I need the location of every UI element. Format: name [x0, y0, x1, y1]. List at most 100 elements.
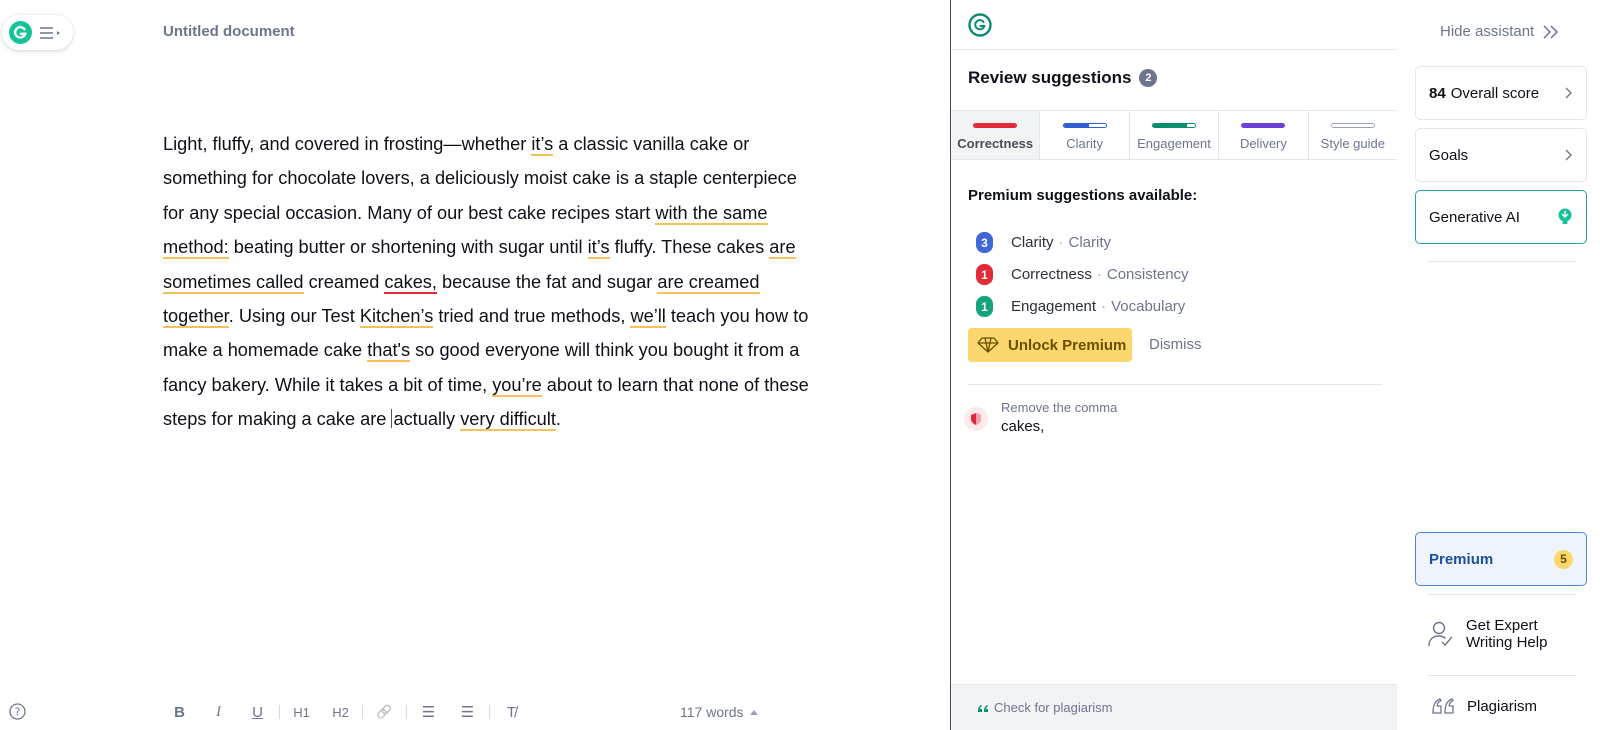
review-panel: Review suggestions 2 Correctness Clarity E… [950, 0, 1397, 730]
grammarly-logo-icon [968, 13, 992, 42]
italic-button[interactable]: I [199, 700, 238, 724]
text-segment: creamed [303, 271, 385, 292]
divider [951, 49, 1397, 50]
lightbulb-icon [1558, 208, 1572, 224]
text-segment: fluffy. These cakes [609, 237, 770, 258]
goals-button[interactable]: Goals [1415, 128, 1587, 182]
grammarly-logo-icon [9, 21, 32, 44]
text-segment: beating butter or shortening with sugar … [228, 237, 588, 258]
bold-button[interactable]: B [160, 700, 199, 724]
premium-item[interactable]: 1 Correctness · Consistency [976, 264, 1189, 285]
divider [1428, 594, 1576, 595]
tab-progress-bar [1330, 123, 1375, 128]
expert-help-label: Get Expert Writing Help [1466, 617, 1548, 651]
check-plagiarism-button[interactable]: Check for plagiarism [951, 684, 1397, 730]
quote-icon [978, 704, 988, 712]
heading1-button[interactable]: H1 [282, 700, 321, 724]
text-segment: tried and true methods, [433, 306, 631, 327]
tab-label: Delivery [1239, 136, 1287, 151]
menu-icon[interactable] [39, 26, 63, 40]
premium-subcategory: Consistency [1106, 266, 1189, 283]
premium-count-badge: 1 [976, 296, 993, 317]
suggestion-underline[interactable]: very difficult [460, 409, 556, 432]
link-button[interactable]: 🔗 [365, 700, 404, 724]
premium-category: Correctness [1011, 266, 1092, 283]
quote-icon [1432, 698, 1454, 714]
heading2-button[interactable]: H2 [321, 700, 360, 724]
suggestion-underline[interactable]: we’ll [630, 306, 666, 329]
hide-assistant-button[interactable]: Hide assistant [1440, 23, 1560, 40]
document-body[interactable]: Light, fluffy, and covered in frosting—w… [163, 127, 813, 437]
premium-count-badge: 1 [976, 264, 993, 285]
plagiarism-label: Plagiarism [1467, 697, 1538, 715]
link-icon: 🔗 [376, 704, 393, 719]
premium-subcategory: Vocabulary [1111, 298, 1186, 315]
plagiarism-button[interactable]: Plagiarism [1431, 697, 1537, 715]
assistant-sidebar: Hide assistant 84 Overall score Goals Gen… [1397, 0, 1600, 730]
overall-score-label: Overall score [1450, 84, 1540, 102]
hide-assistant-label: Hide assistant [1440, 23, 1535, 40]
underline-button[interactable]: U [238, 700, 277, 724]
chevron-right-icon [1565, 87, 1572, 99]
suggestion-underline[interactable]: it’s [531, 134, 554, 156]
logo-menu-pill[interactable] [2, 15, 73, 50]
tab-delivery[interactable]: Delivery [1219, 111, 1309, 159]
tab-style-guide[interactable]: Style guide [1309, 111, 1397, 159]
tab-label: Correctness [957, 136, 1034, 151]
tab-progress-bar [1241, 123, 1286, 128]
suggestion-underline[interactable]: that's [367, 340, 411, 363]
toolbar-separator [279, 705, 280, 719]
chevron-right-icon [1565, 149, 1572, 161]
tab-correctness[interactable]: Correctness [951, 111, 1041, 159]
underline-icon: U [252, 703, 263, 721]
suggestion-underline[interactable]: it’s [587, 237, 610, 260]
clear-format-button[interactable]: T̸ [492, 700, 531, 724]
premium-item[interactable]: 3 Clarity · Clarity [976, 232, 1111, 253]
tab-label: Clarity [1066, 136, 1104, 151]
expert-help-button[interactable]: Get Expert Writing Help [1428, 617, 1576, 651]
goals-label: Goals [1429, 146, 1469, 164]
double-chevron-right-icon [1543, 24, 1559, 39]
divider [1428, 261, 1576, 262]
divider [1428, 675, 1576, 676]
word-count-label: 117 words [680, 704, 744, 720]
bulleted-list-button[interactable]: ☰ [448, 700, 487, 724]
suggestion-word: cakes, [1001, 418, 1045, 435]
premium-button[interactable]: Premium 5 [1415, 532, 1587, 586]
unlock-premium-button[interactable]: Unlock Premium [968, 328, 1132, 362]
expert-person-icon [1428, 621, 1453, 647]
suggestion-underline[interactable]: Kitchen’s [359, 306, 434, 329]
unlock-premium-label: Unlock Premium [1008, 336, 1127, 354]
word-count-button[interactable]: 117 words [680, 704, 758, 720]
editor-pane: Untitled document Light, fluffy, and cov… [0, 0, 950, 730]
generative-ai-button[interactable]: Generative AI [1415, 190, 1587, 244]
suggestion-title: Remove the comma [1001, 400, 1118, 415]
caret-up-icon [749, 710, 758, 715]
tab-clarity[interactable]: Clarity [1040, 111, 1130, 159]
premium-count-badge: 5 [1554, 549, 1573, 569]
numbered-list-icon: ☰ [421, 704, 436, 721]
tab-engagement[interactable]: Engagement [1130, 111, 1220, 159]
clear-format-icon: T̸ [506, 703, 517, 721]
numbered-list-button[interactable]: ☰ [409, 700, 448, 724]
diamond-icon [977, 337, 999, 353]
bulleted-list-icon: ☰ [460, 704, 475, 721]
overall-score-value: 84 [1429, 84, 1446, 102]
overall-score-button[interactable]: 84 Overall score [1415, 66, 1587, 120]
premium-item[interactable]: 1 Engagement · Vocabulary [976, 296, 1185, 317]
svg-text:?: ? [15, 706, 21, 719]
suggestion-card[interactable]: Remove the comma cakes, [964, 400, 1117, 435]
tab-progress-bar [1062, 123, 1107, 128]
dismiss-button[interactable]: Dismiss [1149, 336, 1202, 353]
separator-dot: · [1096, 266, 1102, 283]
premium-count-badge: 3 [976, 232, 993, 253]
tab-label: Style guide [1320, 136, 1385, 151]
suggestion-underline[interactable]: you’re [492, 374, 542, 397]
text-segment: . Using our Test [228, 306, 360, 327]
divider [968, 384, 1382, 385]
document-title[interactable]: Untitled document [163, 23, 295, 40]
error-underline[interactable]: cakes, [384, 271, 437, 294]
category-tabs: Correctness Clarity Engagement Delivery Styl… [951, 110, 1397, 160]
help-icon[interactable]: ? [9, 703, 26, 725]
text-segment: . [555, 409, 561, 430]
